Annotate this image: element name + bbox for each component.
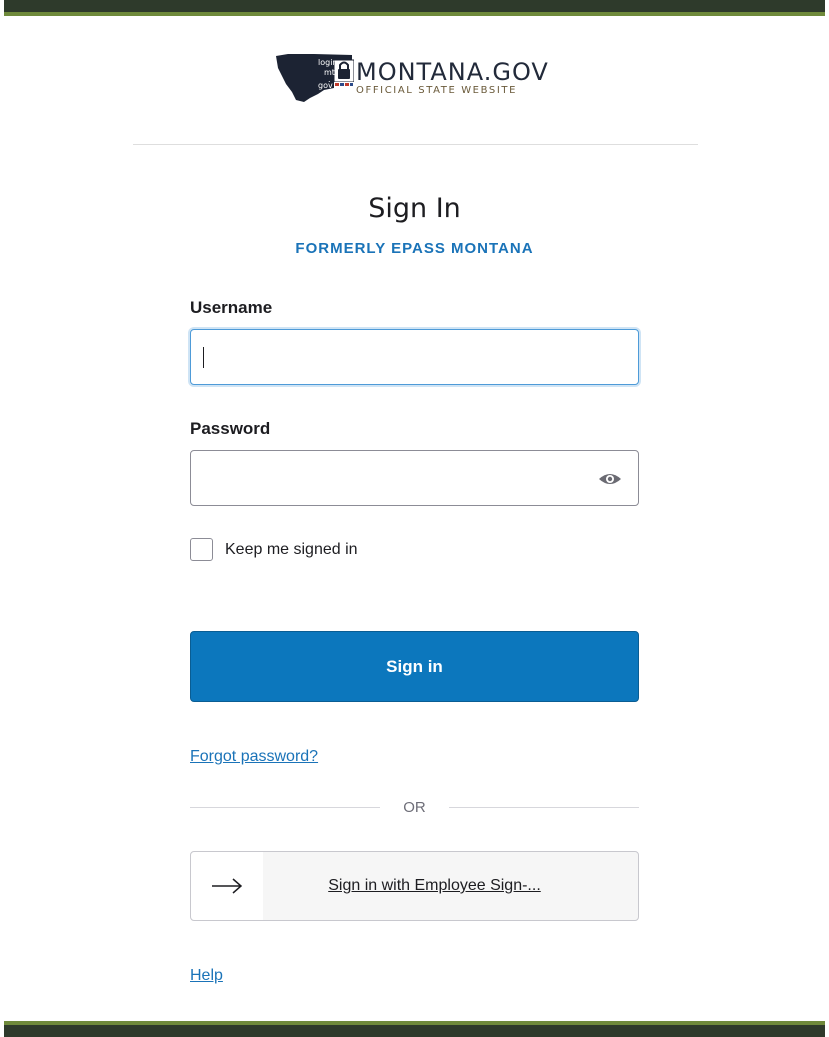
page-title: Sign In <box>368 193 461 224</box>
employee-sign-in-button[interactable]: Sign in with Employee Sign-... <box>190 851 639 921</box>
help-link[interactable]: Help <box>190 967 223 985</box>
logo-mark-text: login <box>318 58 338 67</box>
text-caret <box>203 347 204 368</box>
or-label: OR <box>403 799 426 816</box>
password-field-wrapper <box>190 450 639 506</box>
logo-wordmark: MONTANA.GOV OFFICIAL STATE WEBSITE <box>356 59 549 97</box>
sign-in-button[interactable]: Sign in <box>190 631 639 702</box>
username-input[interactable] <box>191 330 638 384</box>
username-field-wrapper <box>190 329 639 385</box>
or-divider: OR <box>190 798 639 818</box>
footer-bar <box>4 1021 825 1037</box>
username-label: Username <box>190 298 273 317</box>
header-bar <box>4 0 825 16</box>
forgot-password-link[interactable]: Forgot password? <box>190 748 318 766</box>
keep-signed-in-label[interactable]: Keep me signed in <box>225 541 358 559</box>
logo-mark-text: gov <box>318 81 333 90</box>
logo-title: MONTANA.GOV <box>356 58 549 86</box>
page-subtitle: FORMERLY EPASS MONTANA <box>295 240 534 257</box>
keep-signed-in-checkbox[interactable] <box>190 538 213 561</box>
montana-gov-logo: login mt . gov MONTANA.GOV OFFICIAL STAT… <box>274 50 564 106</box>
arrow-right-icon <box>191 852 263 920</box>
password-input[interactable] <box>191 451 638 505</box>
employee-sign-in-label: Sign in with Employee Sign-... <box>328 877 541 894</box>
logo-subtitle: OFFICIAL STATE WEBSITE <box>356 85 518 96</box>
header-divider <box>133 144 698 145</box>
eye-icon[interactable] <box>598 470 622 488</box>
password-label: Password <box>190 419 271 438</box>
montana-state-logo-mark: login mt . gov <box>274 50 354 106</box>
